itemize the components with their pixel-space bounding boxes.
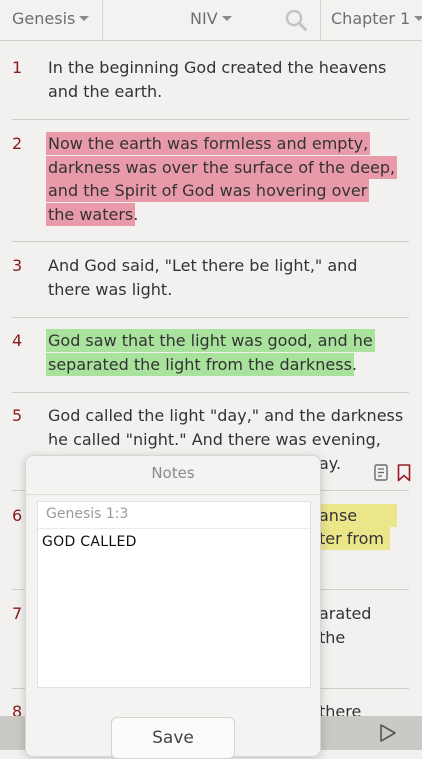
toolbar-divider (102, 0, 103, 40)
verse-number: 5 (12, 406, 23, 425)
note-text-input[interactable]: GOD CALLED (42, 534, 137, 550)
verse-text-line: ay. (319, 454, 342, 473)
verse-divider (12, 119, 409, 120)
version-selector[interactable]: NIV (190, 0, 232, 40)
search-icon[interactable] (285, 9, 307, 31)
popover-title: Notes (151, 464, 195, 482)
verse-number: 1 (12, 58, 23, 77)
verse-number: 6 (12, 506, 23, 525)
play-icon[interactable] (378, 723, 398, 743)
verse-text-tail: . (351, 354, 357, 374)
verse-text-content: And God said, "Let there be light," and … (48, 256, 358, 299)
chevron-down-icon (414, 16, 422, 21)
verse-number: 7 (12, 604, 23, 623)
highlighted-text: Now the earth was formless and empty, da… (48, 134, 396, 224)
chevron-down-icon (79, 16, 90, 21)
verse-divider (12, 241, 409, 242)
verse-text: God saw that the light was good, and he … (48, 329, 398, 376)
verse-number: 2 (12, 134, 23, 153)
verse-number: 3 (12, 256, 23, 275)
book-selector[interactable]: Genesis (12, 0, 90, 40)
chevron-down-icon (221, 16, 232, 21)
top-toolbar: Genesis NIV Chapter 1 (0, 0, 422, 41)
save-button[interactable]: Save (111, 717, 235, 759)
verse-divider (12, 392, 409, 393)
verse-text-line: arated (319, 604, 372, 623)
note-editor[interactable]: Genesis 1:3 GOD CALLED (37, 501, 311, 688)
verse-text: Now the earth was formless and empty, da… (48, 132, 398, 226)
book-selector-label: Genesis (12, 9, 76, 28)
popover-divider (26, 494, 320, 495)
toolbar-divider (320, 0, 321, 40)
notes-popover: Notes Genesis 1:3 GOD CALLED Save (25, 455, 321, 759)
verse-text-content: In the beginning God created the heavens… (48, 58, 387, 101)
verse-text: In the beginning God created the heavens… (48, 56, 398, 103)
note-reference: Genesis 1:3 (46, 506, 129, 522)
note-icon[interactable] (374, 464, 390, 482)
highlighted-text: anse (319, 504, 398, 527)
verse-text-tail: . (133, 204, 139, 224)
bookmark-icon[interactable] (397, 464, 411, 482)
note-reference-divider (38, 528, 310, 529)
highlighted-text: God saw that the light was good, and he … (48, 331, 373, 374)
verse-text-line: God called the light "day," and the dark… (48, 406, 404, 425)
chapter-selector-label: Chapter 1 (331, 9, 411, 28)
verse-text-line: he called "night." And there was evening… (48, 430, 381, 449)
verse-text-line: the (319, 628, 346, 647)
verse-divider (12, 317, 409, 318)
chapter-selector[interactable]: Chapter 1 (331, 0, 422, 40)
highlighted-text: ter from (319, 527, 391, 550)
version-selector-label: NIV (190, 9, 218, 28)
verse-text: And God said, "Let there be light," and … (48, 254, 398, 301)
verse-number: 4 (12, 331, 23, 350)
